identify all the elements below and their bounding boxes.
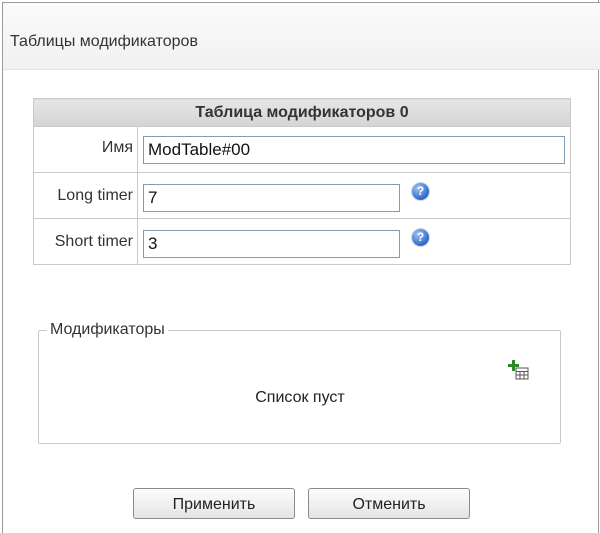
empty-list-text: Список пуст — [255, 389, 345, 406]
right-border — [598, 0, 599, 533]
apply-button[interactable]: Применить — [133, 488, 295, 519]
modifiers-group: Модификаторы — [38, 321, 561, 444]
window-frame — [2, 2, 600, 533]
long-timer-label: Long timer — [33, 172, 138, 219]
question-circle-icon[interactable]: ? — [412, 183, 429, 200]
page-header: Таблицы модификаторов — [3, 3, 600, 70]
table-title: Таблица модификаторов 0 — [33, 98, 571, 127]
name-label: Имя — [33, 126, 138, 173]
name-input[interactable] — [143, 136, 565, 164]
add-row-icon[interactable] — [508, 359, 530, 381]
short-timer-label: Short timer — [33, 218, 138, 265]
short-timer-input[interactable] — [143, 230, 400, 258]
modifiers-legend: Модификаторы — [50, 321, 165, 338]
long-timer-row: Long timer ? — [33, 172, 571, 219]
long-timer-input[interactable] — [143, 184, 400, 212]
name-row: Имя — [33, 126, 571, 173]
short-timer-row: Short timer ? — [33, 218, 571, 265]
page-title: Таблицы модификаторов — [10, 33, 198, 50]
question-circle-icon[interactable]: ? — [412, 229, 429, 246]
cancel-button[interactable]: Отменить — [308, 488, 470, 519]
modifier-table: Таблица модификаторов 0 Имя Long timer ?… — [33, 98, 571, 265]
